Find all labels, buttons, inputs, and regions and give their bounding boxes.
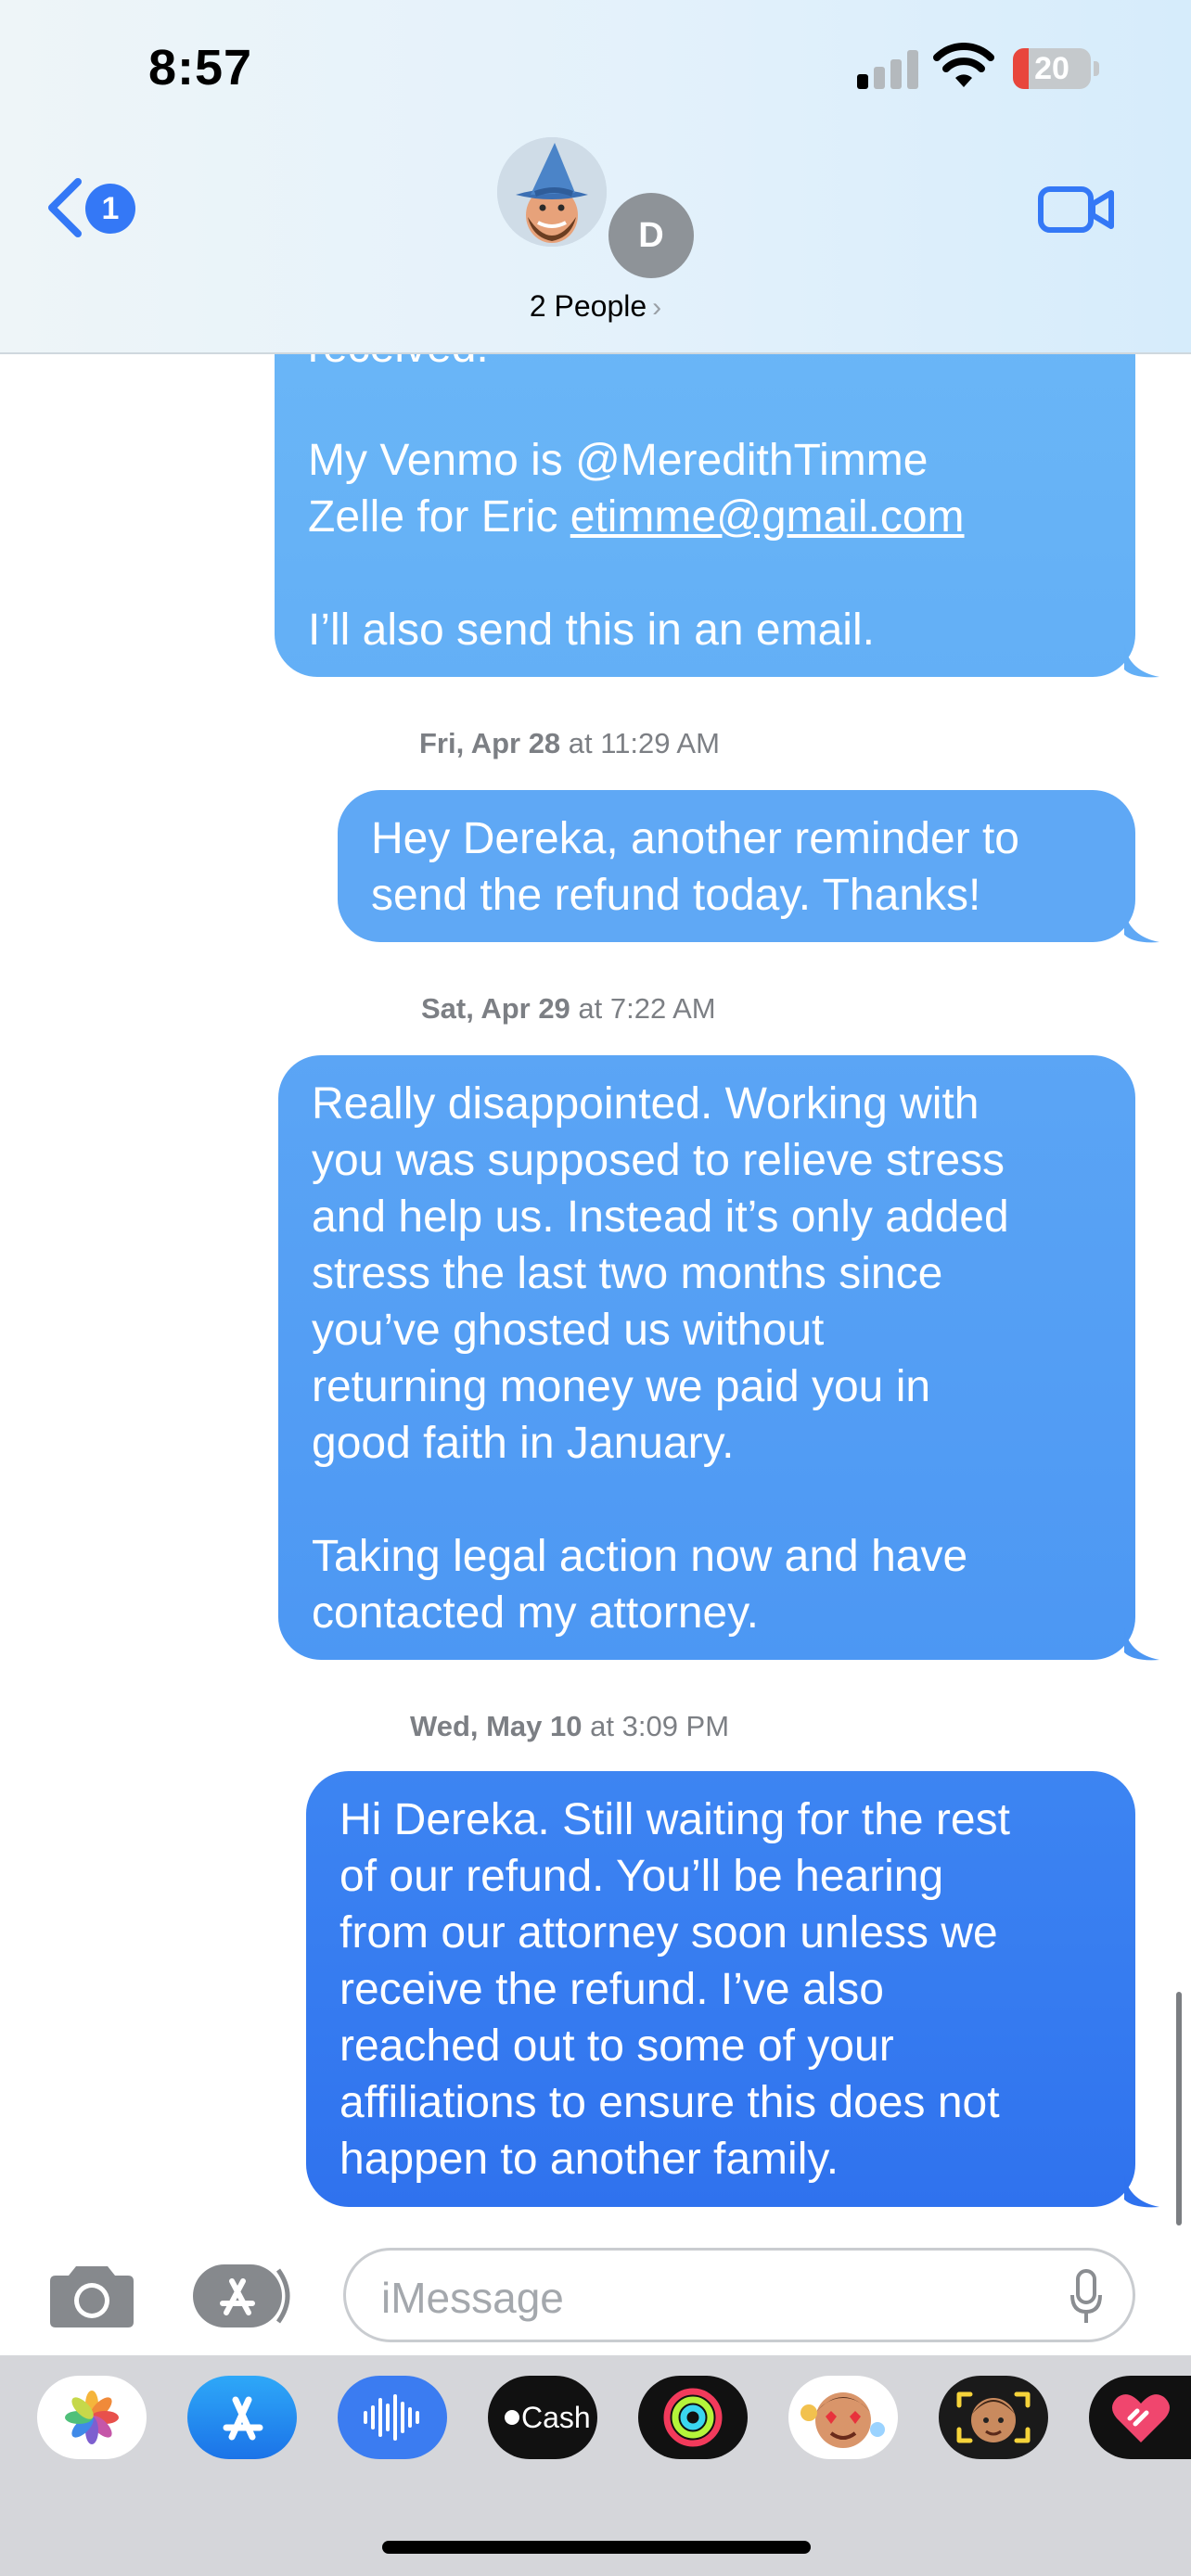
bubble-tail (1124, 911, 1159, 943)
unread-count-badge: 1 (85, 184, 135, 234)
bubble-tail (1124, 1628, 1159, 1661)
microphone-icon[interactable] (1069, 2269, 1103, 2325)
cash-label: Cash (521, 2401, 591, 2434)
activity-app-icon[interactable] (638, 2376, 748, 2459)
camera-button[interactable] (48, 2259, 135, 2329)
chevron-right-icon: › (652, 292, 662, 323)
message-timestamp: Fri, Apr 28 at 11:29 AM (419, 727, 720, 759)
back-button[interactable]: 1 (43, 174, 145, 241)
group-members-button[interactable]: 2 People › (0, 289, 1191, 324)
facetime-video-button[interactable] (1037, 182, 1117, 237)
sent-message-bubble[interactable]: Hi Dereka. Still waiting for the rest of… (306, 1771, 1135, 2207)
sent-message-bubble[interactable]: Hey Dereka, another reminder to send the… (338, 790, 1135, 942)
home-indicator[interactable] (382, 2541, 811, 2554)
app-store-app-icon[interactable] (187, 2376, 297, 2459)
memoji-app-icon[interactable] (939, 2376, 1048, 2459)
group-avatar-memoji[interactable] (497, 137, 607, 247)
message-placeholder: iMessage (381, 2274, 564, 2322)
status-time: 8:57 (148, 40, 253, 96)
chevron-left-icon (48, 178, 82, 237)
imessage-text-field[interactable]: iMessage (343, 2248, 1135, 2342)
message-timestamp: Wed, May 10 at 3:09 PM (410, 1710, 730, 1742)
audio-message-app-icon[interactable] (338, 2376, 447, 2459)
cellular-signal-icon (857, 46, 918, 89)
message-timestamp: Sat, Apr 29 at 7:22 AM (421, 992, 716, 1025)
bubble-tail (1124, 2175, 1159, 2208)
bubble-tail (1124, 645, 1159, 678)
conversation-header: 8:57 20 1 D 2 People › (0, 0, 1191, 354)
battery-indicator: 20 (1013, 48, 1100, 89)
sent-message-bubble[interactable]: Really disappointed. Working with you wa… (278, 1055, 1135, 1660)
apple-cash-app-icon[interactable]: Cash (488, 2376, 597, 2459)
group-members-label: 2 People (529, 289, 647, 323)
app-store-button[interactable] (193, 2263, 295, 2329)
wizard-memoji-icon (497, 137, 607, 247)
memoji-stickers-app-icon[interactable] (788, 2376, 898, 2459)
member-avatar[interactable]: D (608, 193, 694, 278)
digital-touch-app-icon[interactable] (1089, 2376, 1191, 2459)
wifi-icon (933, 43, 994, 87)
battery-percent: 20 (1034, 51, 1069, 86)
scrollbar[interactable] (1176, 1992, 1182, 2225)
photos-app-icon[interactable] (37, 2376, 147, 2459)
email-link[interactable]: etimme@gmail.com (570, 492, 965, 542)
